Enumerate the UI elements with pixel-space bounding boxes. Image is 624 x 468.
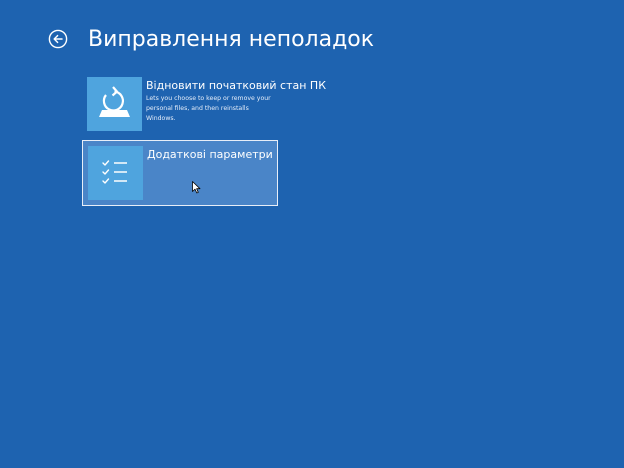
- advanced-options-title: Додаткові параметри: [147, 148, 273, 161]
- reset-pc-icon: [99, 86, 130, 117]
- reset-pc-title: Відновити початковий стан ПК: [146, 79, 327, 92]
- arrow-left-circle-icon: [48, 29, 68, 49]
- checklist-icon: [102, 160, 127, 184]
- reset-pc-option[interactable]: Відновити початковий стан ПК Lets you ch…: [82, 73, 326, 135]
- back-button[interactable]: [48, 29, 68, 49]
- reset-pc-description: Lets you choose to keep or remove your p…: [146, 95, 271, 122]
- reset-pc-tile: [87, 77, 142, 131]
- mouse-pointer-icon: [192, 179, 201, 198]
- advanced-options-option[interactable]: Додаткові параметри: [82, 140, 278, 206]
- advanced-options-tile: [88, 146, 143, 200]
- page-title: Виправлення неполадок: [88, 27, 375, 52]
